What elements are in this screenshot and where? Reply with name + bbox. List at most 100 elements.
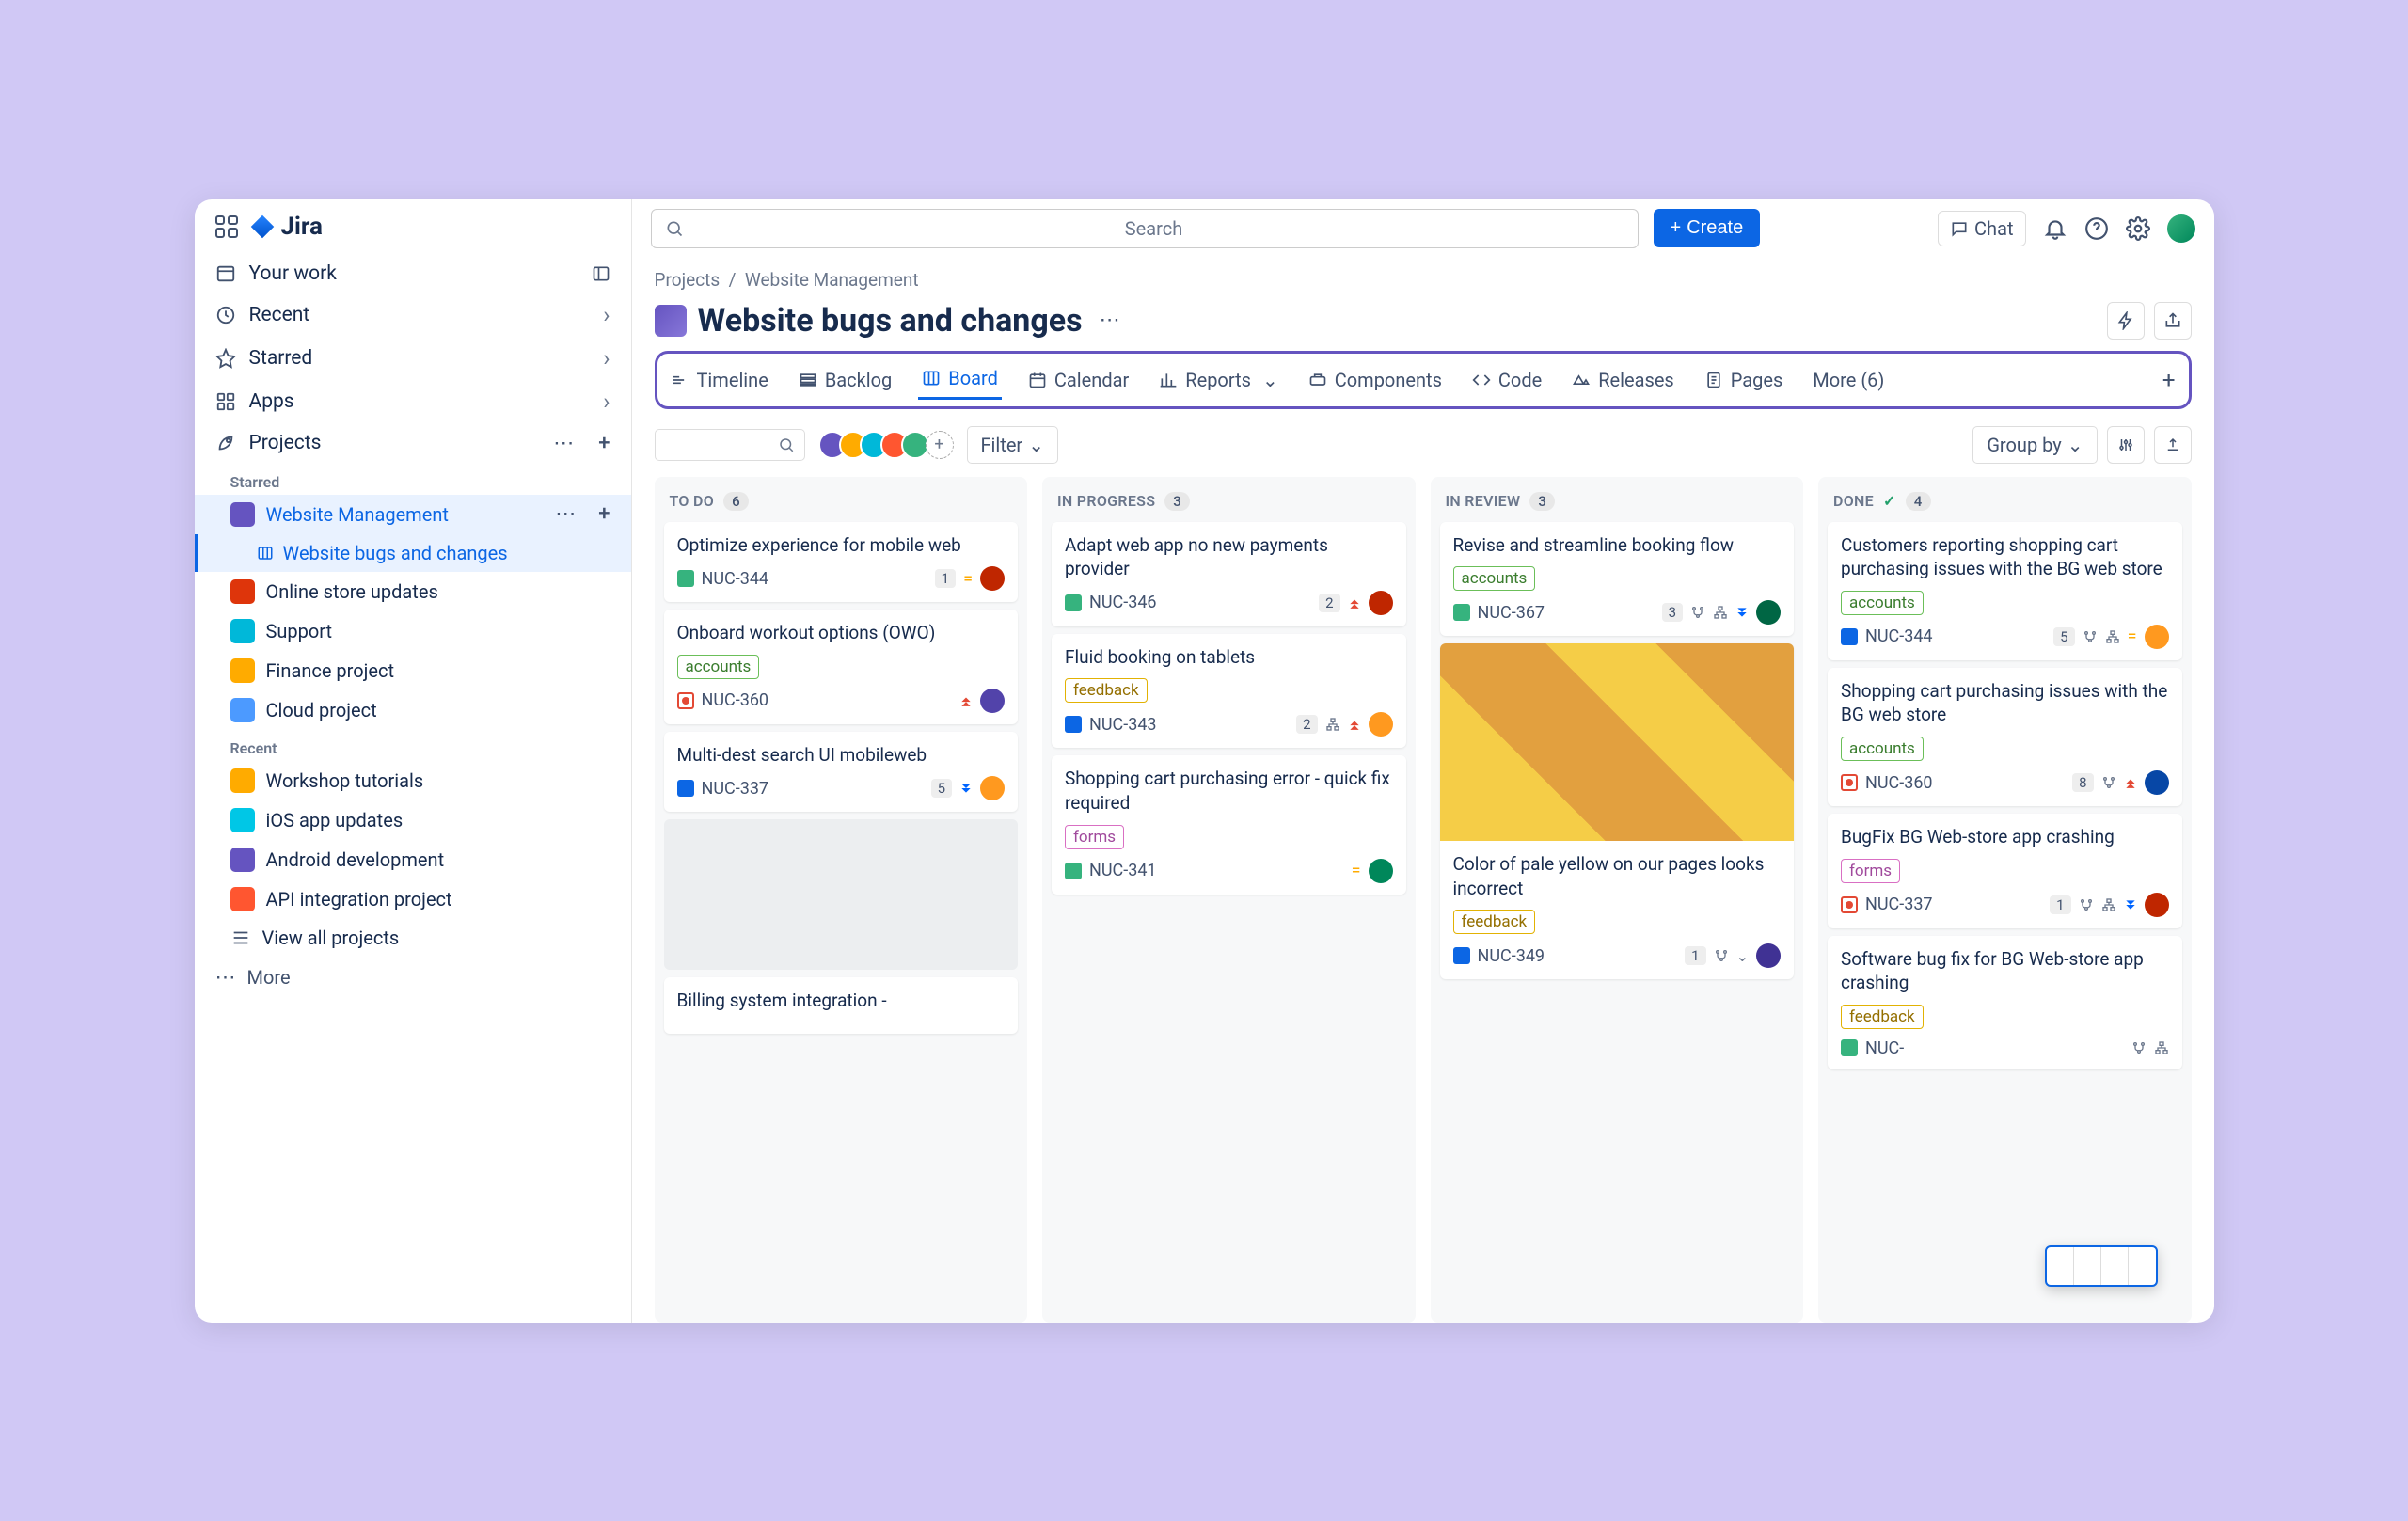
issue-key[interactable]: NUC-346 [1089, 593, 1157, 612]
board-card[interactable]: Software bug fix for BG Web-store app cr… [1828, 936, 2182, 1069]
label-chip[interactable]: feedback [1841, 1005, 1924, 1029]
assignee-avatar[interactable] [1369, 712, 1393, 737]
assignee-avatar[interactable] [1369, 859, 1393, 883]
nav-recent[interactable]: Recent [195, 293, 631, 337]
chevron-down-icon[interactable]: ⌄ [1736, 947, 1749, 965]
settings-icon[interactable] [2126, 216, 2150, 241]
board-card[interactable]: Customers reporting shopping cart purcha… [1828, 522, 2182, 660]
profile-avatar[interactable] [2167, 214, 2195, 243]
column-header[interactable]: IN PROGRESS3 [1052, 486, 1406, 522]
assignee-filter[interactable]: + [818, 431, 954, 459]
board-card[interactable]: Fluid booking on tabletsfeedbackNUC-3432 [1052, 634, 1406, 749]
column-header[interactable]: IN REVIEW3 [1440, 486, 1795, 522]
breadcrumb-root[interactable]: Projects [655, 269, 721, 291]
search-input[interactable]: Search [651, 209, 1639, 248]
tab-reports[interactable]: Reports⌄ [1155, 361, 1281, 399]
board-card[interactable]: Color of pale yellow on our pages looks … [1440, 643, 1795, 979]
assignee-avatar[interactable] [2145, 770, 2169, 795]
chat-button[interactable]: Chat [1938, 211, 2025, 246]
title-more-icon[interactable] [1100, 309, 1122, 332]
tab-timeline[interactable]: Timeline [667, 361, 772, 399]
settings-sliders-button[interactable] [2107, 426, 2145, 464]
issue-key[interactable]: NUC-344 [1865, 626, 1933, 646]
create-button[interactable]: + Create [1654, 209, 1761, 247]
tab-components[interactable]: Components [1305, 361, 1446, 399]
issue-key[interactable]: NUC-337 [1865, 895, 1933, 914]
sidebar-project-item[interactable]: Cloud project [195, 690, 631, 730]
app-switcher-icon[interactable] [215, 215, 238, 238]
board-card[interactable]: Multi-dest search UI mobilewebNUC-3375 [664, 732, 1019, 813]
issue-key[interactable]: NUC-360 [702, 690, 769, 710]
board-card[interactable]: Revise and streamline booking flowaccoun… [1440, 522, 1795, 637]
board-card[interactable]: Optimize experience for mobile webNUC-34… [664, 522, 1019, 603]
sidebar-project-item[interactable]: Workshop tutorials [195, 761, 631, 800]
nav-apps[interactable]: Apps [195, 380, 631, 423]
breadcrumb-current[interactable]: Website Management [745, 269, 919, 291]
export-button[interactable] [2154, 426, 2192, 464]
floating-status-picker[interactable] [2045, 1245, 2158, 1287]
column-header[interactable]: DONE✓4 [1828, 486, 2182, 522]
label-chip[interactable]: forms [1065, 825, 1124, 849]
share-button[interactable] [2154, 302, 2192, 340]
sidebar-project-item[interactable]: iOS app updates [195, 800, 631, 840]
issue-key[interactable]: NUC-341 [1089, 861, 1157, 880]
issue-key[interactable]: NUC-337 [702, 779, 769, 799]
sidebar-project-item[interactable]: Online store updates [195, 572, 631, 611]
tab-pages[interactable]: Pages [1701, 361, 1787, 399]
label-chip[interactable]: accounts [1841, 737, 1924, 761]
sidebar-board-subitem[interactable]: Website bugs and changes [195, 534, 631, 572]
filter-button[interactable]: Filter⌄ [967, 426, 1058, 464]
issue-key[interactable]: NUC-349 [1478, 946, 1545, 966]
sidebar-project-item[interactable]: API integration project [195, 879, 631, 919]
tab-calendar[interactable]: Calendar [1024, 361, 1133, 399]
projects-more-icon[interactable] [553, 432, 576, 455]
groupby-button[interactable]: Group by⌄ [1972, 426, 2097, 464]
label-chip[interactable]: accounts [1841, 591, 1924, 615]
tab-board[interactable]: Board [918, 359, 1002, 400]
assignee-avatar[interactable] [1756, 943, 1781, 968]
label-chip[interactable]: feedback [1453, 910, 1536, 934]
add-view-button[interactable]: + [2159, 359, 2179, 401]
issue-key[interactable]: NUC-344 [702, 569, 769, 589]
nav-more[interactable]: More [195, 957, 631, 999]
board-card[interactable]: Shopping cart purchasing issues with the… [1828, 668, 2182, 806]
collapse-icon[interactable] [592, 264, 610, 283]
sidebar-project-item[interactable]: Support [195, 611, 631, 651]
issue-key[interactable]: NUC-367 [1478, 603, 1545, 623]
assignee-avatar[interactable] [2145, 893, 2169, 917]
help-icon[interactable] [2084, 216, 2109, 241]
nav-projects[interactable]: Projects [195, 423, 631, 464]
assignee-avatar[interactable] [980, 566, 1005, 591]
issue-key[interactable]: NUC- [1865, 1038, 1904, 1058]
jira-logo[interactable]: Jira [249, 213, 323, 241]
tab-more-[interactable]: More (6) [1809, 361, 1888, 399]
board-card[interactable]: Shopping cart purchasing error - quick f… [1052, 755, 1406, 894]
sidebar-project-item[interactable]: View all projects [195, 919, 631, 957]
add-assignee-icon[interactable]: + [926, 431, 954, 459]
automation-button[interactable] [2107, 302, 2145, 340]
label-chip[interactable]: accounts [1453, 566, 1536, 591]
board-card[interactable]: BugFix BG Web-store app crashingformsNUC… [1828, 814, 2182, 928]
tab-releases[interactable]: Releases [1568, 361, 1678, 399]
board-card[interactable]: Billing system integration - [664, 977, 1019, 1034]
sidebar-project-item[interactable]: Android development [195, 840, 631, 879]
assignee-avatar[interactable] [2145, 625, 2169, 649]
assignee-avatar[interactable] [980, 689, 1005, 713]
issue-key[interactable]: NUC-343 [1089, 715, 1157, 735]
sidebar-project-item[interactable]: Website Management [195, 495, 631, 534]
project-add-icon[interactable] [598, 502, 610, 526]
label-chip[interactable]: forms [1841, 859, 1900, 883]
tab-code[interactable]: Code [1468, 361, 1545, 399]
assignee-avatar[interactable] [1369, 591, 1393, 615]
nav-starred[interactable]: Starred [195, 337, 631, 380]
tab-backlog[interactable]: Backlog [795, 361, 895, 399]
label-chip[interactable]: accounts [677, 655, 760, 679]
sidebar-project-item[interactable]: Finance project [195, 651, 631, 690]
board-card[interactable]: Onboard workout options (OWO)accountsNUC… [664, 610, 1019, 724]
issue-key[interactable]: NUC-360 [1865, 773, 1933, 793]
add-project-icon[interactable] [598, 432, 610, 455]
column-header[interactable]: TO DO6 [664, 486, 1019, 522]
board-search[interactable] [655, 429, 805, 461]
assignee-avatar[interactable] [980, 776, 1005, 800]
project-more-icon[interactable] [555, 502, 578, 526]
